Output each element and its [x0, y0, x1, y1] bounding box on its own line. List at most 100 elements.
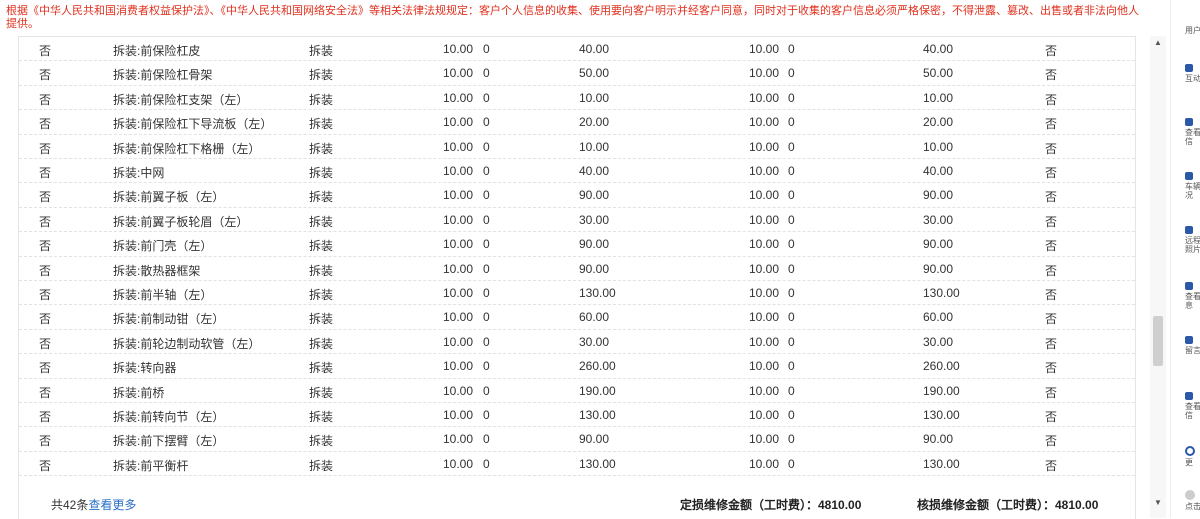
cell-flag-2: 否 [1045, 458, 1058, 473]
cell-flag: 否 [39, 385, 52, 400]
cell-flag-2: 否 [1045, 92, 1058, 107]
cell-hours: 10.00 [443, 90, 474, 105]
cell-verified-hours: 10.00 [749, 432, 780, 447]
cell-assessed-amount: 30.00 [579, 334, 610, 349]
cell-item-name: 拆装:前门壳（左） [113, 239, 213, 254]
side-item[interactable]: 远程照片 [1185, 226, 1200, 254]
cell-verified-zero: 0 [788, 237, 795, 252]
record-count: 共42条查看更多 [51, 496, 136, 513]
cell-assessed-amount: 50.00 [579, 66, 610, 81]
cell-verified-zero: 0 [788, 139, 795, 154]
side-item[interactable]: 用户 [1185, 26, 1200, 35]
side-item[interactable]: 留言 [1185, 336, 1200, 355]
table-row: 否 拆装:前转向节（左） 拆装 10.00 0 130.00 10.00 0 130.00 否 [19, 403, 1135, 428]
cell-verified-zero: 0 [788, 456, 795, 471]
cell-flag-2: 否 [1045, 44, 1058, 58]
cell-flag: 否 [39, 263, 52, 278]
cell-flag: 否 [39, 458, 52, 473]
cell-verified-hours: 10.00 [749, 212, 780, 227]
cell-work-type: 拆装 [309, 288, 334, 302]
cell-zero: 0 [483, 90, 490, 105]
repair-items-table: 否拆装:前保险杠皮 拆装 10.00 0 40.00 10.00 0 40.00 否否拆装:前保… [18, 36, 1136, 519]
side-item-label: 车辆况 [1185, 182, 1200, 200]
side-item-label: 留言 [1185, 346, 1200, 355]
cell-flag: 否 [39, 92, 52, 107]
cell-zero: 0 [483, 188, 490, 203]
scroll-up-icon[interactable]: ▲ [1150, 38, 1166, 47]
table-row: 否 拆装:前门壳（左） 拆装 10.00 0 90.00 10.00 0 90.00 否 [19, 232, 1135, 257]
cell-work-type: 拆装 [309, 410, 334, 424]
table-row: 否 拆装:前制动钳（左） 拆装 10.00 0 60.00 10.00 0 60.00 否 [19, 305, 1135, 330]
side-item-label: 查看息 [1185, 292, 1200, 310]
cell-verified-hours: 10.00 [749, 261, 780, 276]
cell-verified-hours: 10.00 [749, 115, 780, 130]
side-item[interactable]: 查看信 [1185, 392, 1200, 420]
cell-item-name: 拆装:前下摆臂（左） [113, 434, 225, 449]
cell-verified-hours: 10.00 [749, 188, 780, 203]
cell-hours: 10.00 [443, 66, 474, 81]
side-item[interactable]: 查看息 [1185, 282, 1200, 310]
cell-item-name: 拆装:前保险杠下格栅（左） [113, 141, 261, 156]
side-toolbar: 用户 互动 查看信 车辆况 远程照片 查看息 留言 查看信更点击 [1170, 0, 1200, 518]
cell-assessed-amount: 90.00 [579, 261, 610, 276]
cell-zero: 0 [483, 383, 490, 398]
cell-verified-zero: 0 [788, 432, 795, 447]
cell-verified-amount: 20.00 [923, 115, 954, 130]
table-row: 否 拆装:前保险杠骨架 拆装 10.00 0 50.00 10.00 0 50.00 否 [19, 61, 1135, 86]
cell-flag: 否 [39, 141, 52, 156]
cell-flag: 否 [39, 361, 52, 376]
cell-flag: 否 [39, 44, 52, 58]
cell-verified-zero: 0 [788, 90, 795, 105]
panel-icon [1185, 392, 1193, 400]
table-row: 否 拆装:前半轴（左） 拆装 10.00 0 130.00 10.00 0 130.00 否 [19, 281, 1135, 306]
cell-assessed-amount: 90.00 [579, 237, 610, 252]
panel-icon [1185, 172, 1193, 180]
side-item[interactable]: 查看信 [1185, 118, 1200, 146]
cell-verified-zero: 0 [788, 164, 795, 178]
cell-assessed-amount: 60.00 [579, 310, 610, 325]
cell-zero: 0 [483, 115, 490, 130]
assessed-repair-total: 定损维修金额（工时费）：4810.00 [680, 498, 862, 512]
side-item[interactable]: 车辆况 [1185, 172, 1200, 200]
cell-flag-2: 否 [1045, 288, 1058, 302]
cell-zero: 0 [483, 432, 490, 447]
cell-work-type: 拆装 [309, 190, 334, 205]
cell-flag-2: 否 [1045, 117, 1058, 132]
side-item[interactable]: 更 [1185, 446, 1200, 467]
cell-verified-zero: 0 [788, 334, 795, 349]
scroll-down-icon[interactable]: ▼ [1150, 498, 1166, 507]
cell-work-type: 拆装 [309, 312, 334, 327]
vertical-scrollbar[interactable]: ▲ ▼ [1150, 36, 1166, 518]
cell-item-name: 拆装:前桥 [113, 385, 165, 400]
cell-item-name: 拆装:前保险杠支架（左） [113, 92, 249, 107]
scrollbar-thumb[interactable] [1153, 316, 1163, 366]
cell-zero: 0 [483, 334, 490, 349]
cell-verified-zero: 0 [788, 286, 795, 300]
cell-verified-zero: 0 [788, 310, 795, 325]
side-item[interactable]: 点击 [1185, 490, 1200, 511]
cell-hours: 10.00 [443, 42, 474, 56]
cell-flag: 否 [39, 117, 52, 132]
cell-verified-amount: 190.00 [923, 383, 960, 398]
cell-verified-hours: 10.00 [749, 139, 780, 154]
table-row: 否 拆装:前下摆臂（左） 拆装 10.00 0 90.00 10.00 0 90.00 否 [19, 427, 1135, 452]
cell-verified-amount: 90.00 [923, 432, 954, 447]
cell-flag-2: 否 [1045, 312, 1058, 327]
cell-verified-hours: 10.00 [749, 237, 780, 252]
cell-flag-2: 否 [1045, 336, 1058, 351]
cell-zero: 0 [483, 237, 490, 252]
cell-verified-amount: 90.00 [923, 261, 954, 276]
cell-work-type: 拆装 [309, 361, 334, 376]
cell-verified-amount: 30.00 [923, 334, 954, 349]
cell-flag: 否 [39, 190, 52, 205]
view-more-link[interactable]: 查看更多 [88, 498, 136, 512]
cell-verified-zero: 0 [788, 115, 795, 130]
cell-zero: 0 [483, 286, 490, 300]
cell-zero: 0 [483, 164, 490, 178]
cell-verified-amount: 130.00 [923, 456, 960, 471]
side-item[interactable]: 互动 [1185, 64, 1200, 83]
cell-zero: 0 [483, 310, 490, 325]
cell-zero: 0 [483, 212, 490, 227]
cell-verified-amount: 260.00 [923, 359, 960, 374]
cell-work-type: 拆装 [309, 385, 334, 400]
